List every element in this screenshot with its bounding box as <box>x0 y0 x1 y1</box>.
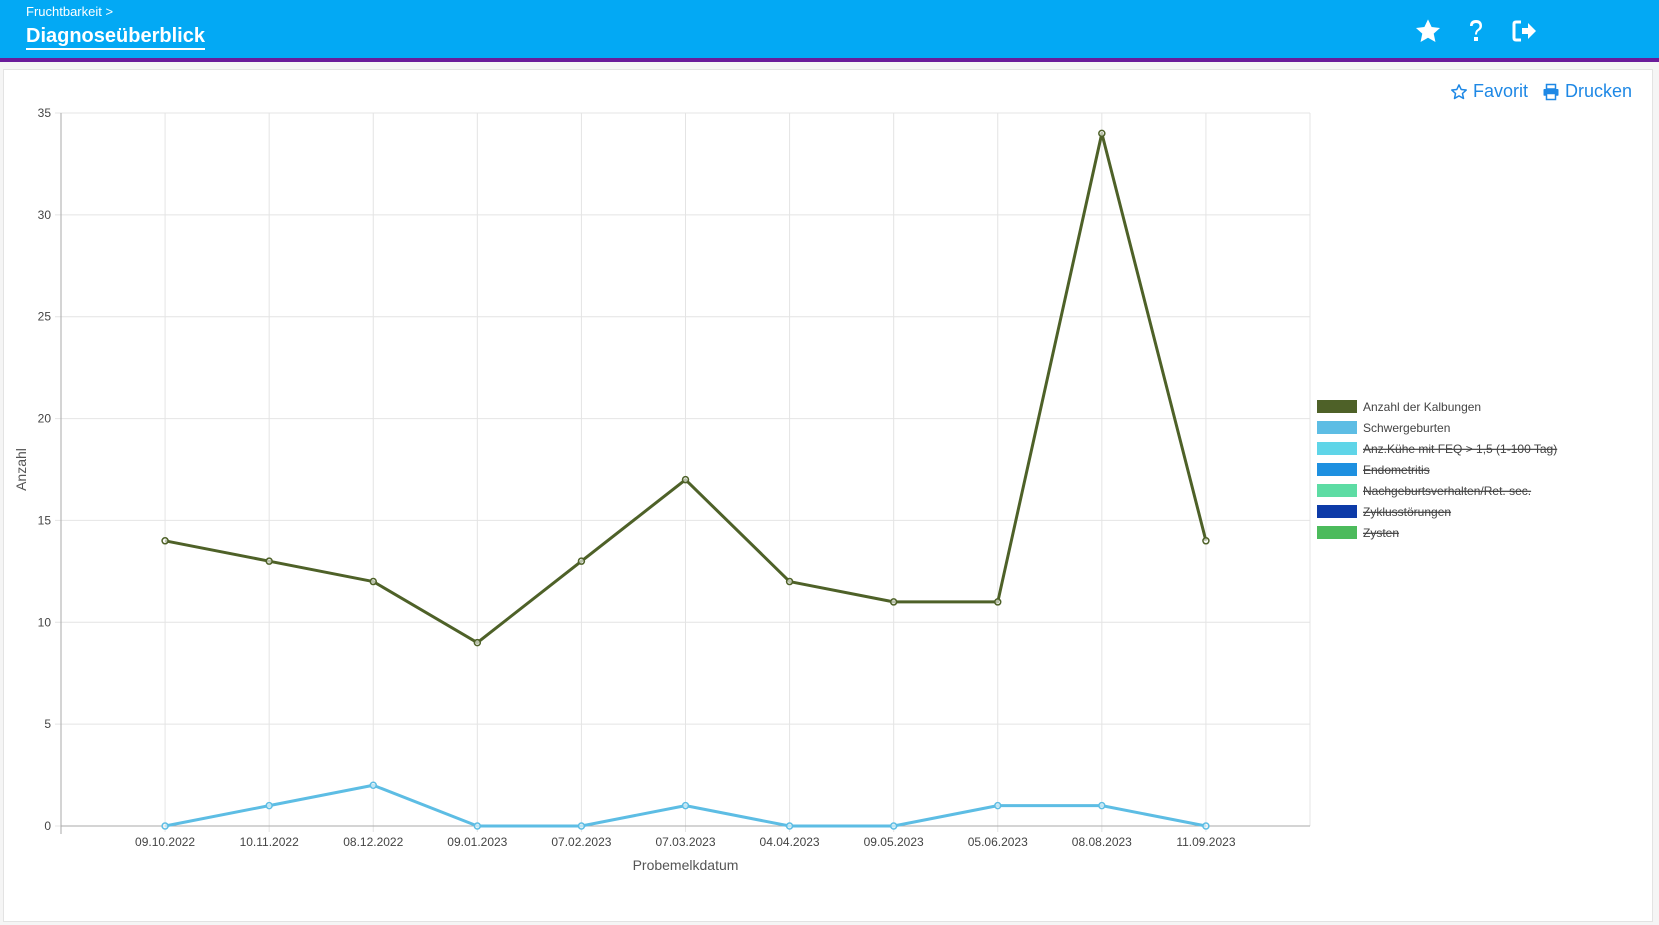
data-point <box>265 557 273 565</box>
y-tick-label: 20 <box>38 412 52 426</box>
x-tick-label: 09.05.2023 <box>864 835 924 849</box>
line-chart: 0 5 10 15 20 25 30 35 09.10.2022 10.11.2022 08.12.… <box>13 106 1557 873</box>
y-tick-label: 30 <box>38 208 52 222</box>
chart-card: Favorit Drucken 0 5 10 15 20 25 30 35 09.10.2022… <box>3 69 1653 922</box>
data-point <box>681 475 690 484</box>
x-tick-label: 10.11.2022 <box>240 835 299 849</box>
data-point <box>1202 822 1210 830</box>
legend-label[interactable]: Anz.Kühe mit FEQ > 1,5 (1-100 Tag) <box>1363 442 1557 456</box>
question-icon[interactable] <box>1460 15 1492 47</box>
y-tick-label: 10 <box>38 615 52 629</box>
data-point <box>889 822 898 830</box>
data-point <box>577 557 586 565</box>
legend-label[interactable]: Zysten <box>1363 526 1399 540</box>
legend-swatch <box>1317 484 1357 497</box>
x-tick-label: 09.10.2022 <box>135 835 195 849</box>
x-tick-label: 07.02.2023 <box>551 835 611 849</box>
data-point <box>265 801 273 810</box>
breadcrumb[interactable]: Fruchtbarkeit > <box>26 4 113 19</box>
data-point <box>473 638 482 647</box>
legend-label[interactable]: Endometritis <box>1363 463 1430 477</box>
x-axis-title: Probemelkdatum <box>633 857 739 873</box>
legend-swatch <box>1317 505 1357 518</box>
star-icon[interactable] <box>1412 15 1444 47</box>
y-tick-label: 35 <box>38 106 52 120</box>
data-point <box>889 598 898 606</box>
legend-label[interactable]: Zyklusstörungen <box>1363 505 1451 519</box>
x-tick-label: 04.04.2023 <box>760 835 820 849</box>
data-point <box>785 822 794 830</box>
legend-label[interactable]: Anzahl der Kalbungen <box>1363 400 1481 414</box>
legend-swatch <box>1317 400 1357 413</box>
legend-swatch <box>1317 526 1357 539</box>
legend-swatch <box>1317 442 1357 455</box>
data-point <box>785 577 794 586</box>
data-point <box>1098 129 1106 138</box>
page-title[interactable]: Diagnoseüberblick <box>26 24 205 50</box>
x-tick-label: 08.08.2023 <box>1072 835 1132 849</box>
data-point <box>369 577 377 586</box>
y-tick-label: 0 <box>44 819 51 833</box>
legend-swatch <box>1317 463 1357 476</box>
data-point <box>577 822 586 830</box>
x-tick-label: 05.06.2023 <box>968 835 1028 849</box>
data-point <box>681 801 690 810</box>
grid <box>55 112 1311 832</box>
top-bar: Fruchtbarkeit > Diagnoseüberblick <box>0 0 1659 62</box>
y-tick-label: 5 <box>44 717 51 731</box>
x-tick-label: 09.01.2023 <box>447 835 507 849</box>
data-point <box>1202 537 1210 545</box>
legend-swatch <box>1317 421 1357 434</box>
data-point <box>161 822 169 830</box>
data-point <box>994 598 1002 606</box>
data-point <box>161 537 169 545</box>
x-tick-label: 08.12.2022 <box>343 835 403 849</box>
legend-label[interactable]: Nachgeburtsverhalten/Ret. sec. <box>1363 484 1531 498</box>
y-tick-label: 15 <box>38 513 52 527</box>
logout-icon[interactable] <box>1508 15 1540 47</box>
data-point <box>994 801 1002 810</box>
y-axis-title: Anzahl <box>13 448 29 491</box>
data-point <box>369 781 377 790</box>
data-point <box>473 822 482 830</box>
x-tick-label: 11.09.2023 <box>1176 835 1235 849</box>
x-tick-label: 07.03.2023 <box>655 835 715 849</box>
legend-label[interactable]: Schwergeburten <box>1363 421 1450 435</box>
y-tick-label: 25 <box>38 310 52 324</box>
data-point <box>1098 801 1106 810</box>
